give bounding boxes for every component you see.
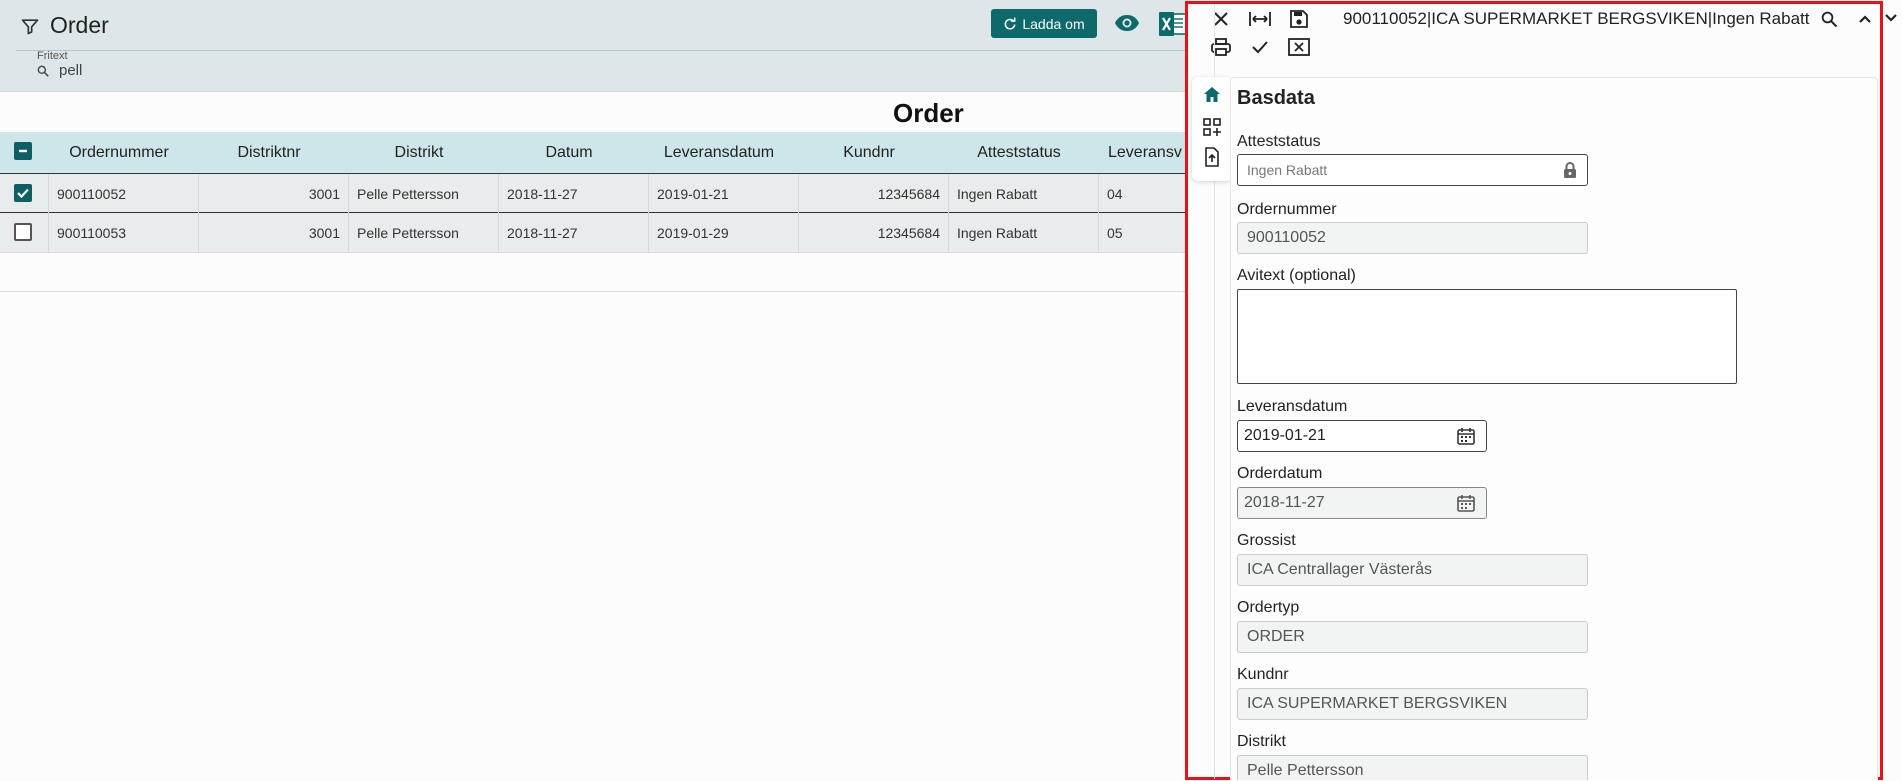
ordernummer-field: 900110052 — [1237, 222, 1588, 254]
search-icon — [37, 65, 49, 77]
search-icon — [1821, 11, 1838, 28]
home-icon[interactable] — [1202, 85, 1222, 105]
field-label: Grossist — [1237, 532, 1296, 549]
print-button[interactable] — [1208, 34, 1234, 60]
leveransdatum-field[interactable]: 2019-01-21 — [1237, 420, 1487, 452]
save-button[interactable] — [1286, 6, 1312, 32]
cell-leveransdatum: 2019-01-29 — [648, 213, 798, 253]
field-label: Kundnr — [1237, 666, 1289, 683]
search-label: Fritext — [37, 50, 68, 62]
cell-datum: 2018-11-27 — [498, 213, 648, 253]
field-label: Distrikt — [1237, 733, 1286, 750]
field-label: Orderdatum — [1237, 465, 1323, 482]
avitext-textarea[interactable] — [1237, 289, 1737, 384]
column-header[interactable]: Ordernummer — [48, 132, 190, 173]
column-header[interactable]: Datum — [498, 132, 640, 173]
column-header[interactable]: Leveransv — [1108, 132, 1190, 173]
column-header[interactable]: Kundnr — [798, 132, 940, 173]
cell-kundnr: 12345684 — [798, 174, 948, 214]
page-title: Order — [50, 12, 109, 38]
table-title: Order — [893, 98, 964, 128]
divider — [0, 291, 1190, 292]
close-button[interactable] — [1208, 6, 1234, 32]
field-value: 2019-01-21 — [1244, 427, 1326, 444]
check-icon — [1252, 41, 1268, 54]
cell-ordernummer: 900110052 — [48, 174, 198, 214]
order-detail-panel: 900110052|ICA SUPERMARKET BERGSVIKEN|Ing… — [1185, 1, 1883, 781]
cell-distriktnr: 3001 — [198, 174, 348, 214]
chevron-down-icon[interactable] — [1883, 10, 1899, 26]
qr-add-icon[interactable] — [1202, 117, 1222, 137]
divider — [16, 50, 1190, 51]
column-header[interactable]: Leveransdatum — [648, 132, 790, 173]
cell-atteststatus: Ingen Rabatt — [948, 213, 1098, 253]
side-rail — [1192, 77, 1232, 181]
close-icon — [1214, 12, 1228, 26]
file-export-icon[interactable] — [1202, 147, 1222, 167]
atteststatus-field: Ingen Rabatt — [1237, 154, 1588, 186]
collapse-button[interactable] — [1852, 6, 1878, 32]
orderdatum-field[interactable]: 2018-11-27 — [1237, 487, 1487, 519]
field-value: Ingen Rabatt — [1247, 162, 1328, 178]
cell-distrikt: Pelle Pettersson — [348, 174, 498, 214]
grossist-field: ICA Centrallager Västerås — [1237, 554, 1588, 586]
cell-leveransv: 05 — [1098, 213, 1190, 253]
cell-leveransdatum: 2019-01-21 — [648, 174, 798, 214]
save-icon — [1290, 10, 1308, 28]
field-label: Ordernummer — [1237, 201, 1337, 218]
cell-atteststatus: Ingen Rabatt — [948, 174, 1098, 214]
calendar-icon[interactable] — [1456, 426, 1476, 446]
field-label: Leveransdatum — [1237, 398, 1348, 415]
cell-ordernummer: 900110053 — [48, 213, 198, 253]
eye-icon[interactable] — [1114, 13, 1140, 33]
cell-datum: 2018-11-27 — [498, 174, 648, 214]
approve-button[interactable] — [1247, 34, 1273, 60]
field-label: Avitext (optional) — [1237, 267, 1356, 284]
cell-distrikt: Pelle Pettersson — [348, 213, 498, 253]
filter-icon[interactable] — [20, 16, 40, 36]
calendar-icon[interactable] — [1456, 493, 1476, 513]
field-value: 2018-11-27 — [1244, 494, 1325, 511]
table-header: Ordernummer Distriktnr Distrikt Datum Le… — [0, 132, 1190, 173]
lock-icon — [1564, 162, 1576, 178]
fit-width-icon — [1249, 12, 1271, 26]
chevron-up-icon — [1859, 15, 1871, 23]
reload-label: Ladda om — [1022, 15, 1085, 32]
row-checkbox[interactable] — [14, 184, 32, 202]
select-all-checkbox[interactable] — [14, 142, 32, 160]
ordertyp-field: ORDER — [1237, 621, 1588, 653]
filter-bar: Order Fritext pell Ladda om — [0, 0, 1190, 92]
cell-kundnr: 12345684 — [798, 213, 948, 253]
field-label: Ordertyp — [1237, 599, 1300, 616]
fit-width-button[interactable] — [1247, 6, 1273, 32]
refresh-icon — [1004, 17, 1016, 30]
cell-leveransv: 04 — [1098, 174, 1190, 214]
kundnr-field: ICA SUPERMARKET BERGSVIKEN — [1237, 688, 1588, 720]
row-checkbox[interactable] — [14, 223, 32, 241]
reject-button[interactable] — [1286, 34, 1312, 60]
column-header[interactable]: Distriktnr — [198, 132, 340, 173]
table-row[interactable]: 900110052 3001 Pelle Pettersson 2018-11-… — [0, 173, 1190, 214]
section-title: Basdata — [1237, 87, 1315, 109]
table-row[interactable]: 900110053 3001 Pelle Pettersson 2018-11-… — [0, 213, 1190, 253]
search-input[interactable]: pell — [59, 62, 82, 79]
search-button[interactable] — [1816, 6, 1842, 32]
close-box-icon — [1288, 38, 1310, 56]
column-header[interactable]: Atteststatus — [948, 132, 1090, 173]
reload-button[interactable]: Ladda om — [991, 9, 1097, 38]
panel-title: 900110052|ICA SUPERMARKET BERGSVIKEN|Ing… — [1343, 9, 1810, 28]
distrikt-field: Pelle Pettersson — [1237, 755, 1588, 780]
column-header[interactable]: Distrikt — [348, 132, 490, 173]
excel-icon[interactable] — [1159, 11, 1187, 37]
cell-distriktnr: 3001 — [198, 213, 348, 253]
field-label: Atteststatus — [1237, 133, 1321, 150]
